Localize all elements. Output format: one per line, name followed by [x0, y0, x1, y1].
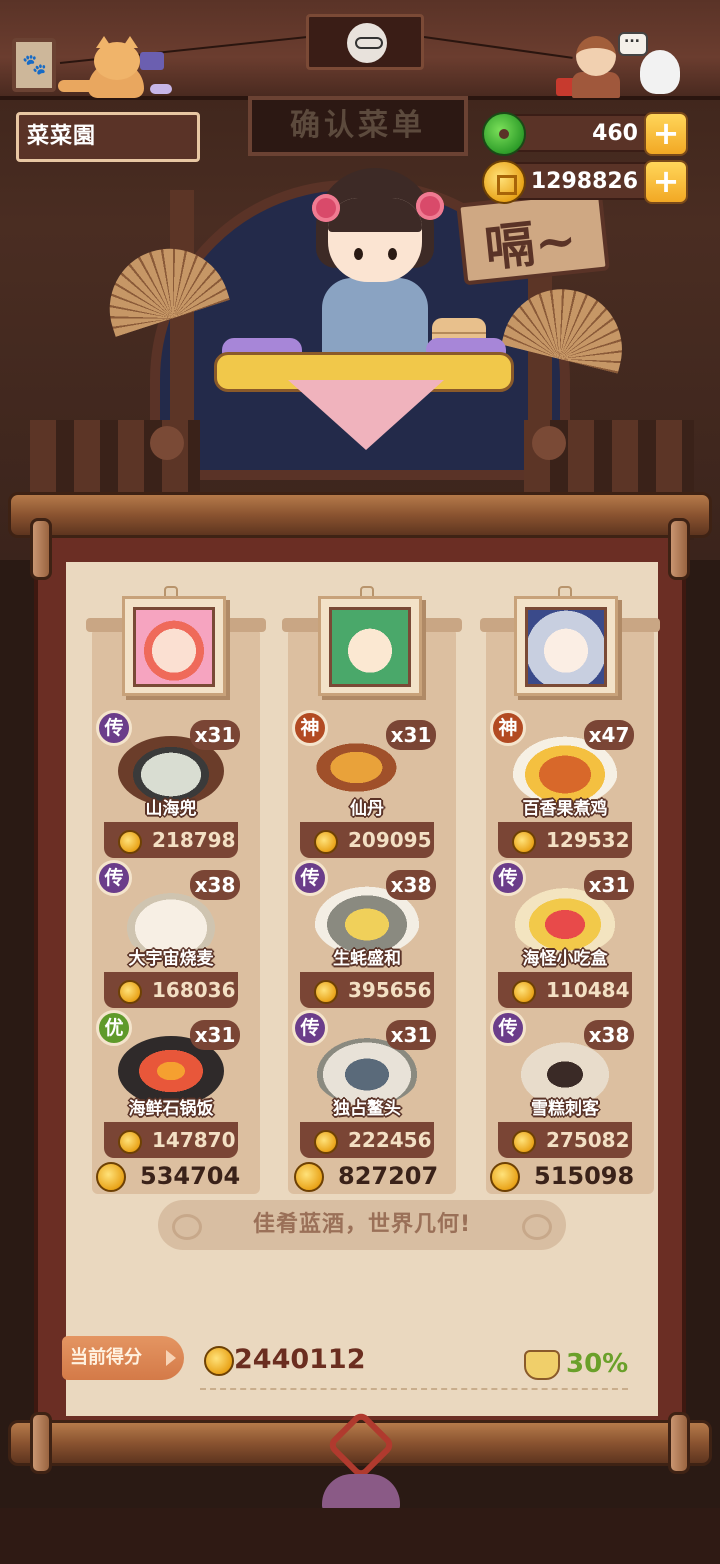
gold-currency: 1298826 + [482, 160, 688, 204]
dish-card[interactable]: 生蚝盛和 395656 x38 传 [292, 860, 436, 1008]
roller-knob [668, 1412, 690, 1474]
burp-sign: 嗝~ [456, 188, 610, 286]
tier-badge: 传 [96, 860, 132, 896]
roller-knob [30, 1412, 52, 1474]
dish-name: 雪糕刺客 [531, 1099, 599, 1119]
divider [200, 1388, 628, 1390]
purple-box-icon [140, 52, 164, 70]
orange-cat-icon[interactable] [58, 36, 148, 98]
tier-badge: 神 [490, 710, 526, 746]
dish-name: 生蚝盛和 [333, 949, 401, 969]
dish-name: 山海兜 [145, 799, 197, 819]
dish-price: 395656 [348, 978, 432, 1002]
dish-price: 275082 [546, 1128, 630, 1152]
column-total: 827207 [294, 1160, 454, 1192]
hero-portrait-3[interactable] [514, 596, 618, 696]
flower-icon [312, 194, 340, 222]
dish-price: 129532 [546, 828, 630, 852]
paw-frame-icon[interactable] [12, 38, 56, 92]
serving-table [214, 338, 514, 460]
purple-button-icon [150, 84, 172, 94]
tier-badge: 传 [292, 860, 328, 896]
hero-portrait-1[interactable] [122, 596, 226, 696]
dish-quantity: x31 [190, 1020, 240, 1050]
slogan-banner: 佳肴蓝酒，世界几何! [158, 1200, 566, 1250]
dish-card[interactable]: 大宇宙烧麦 168036 x38 传 [96, 860, 240, 1008]
dish-quantity: x31 [386, 1020, 436, 1050]
restaurant-scene: 确认菜单 嗝~ [0, 0, 720, 560]
dish-price: 168036 [152, 978, 236, 1002]
dish-price: 209095 [348, 828, 432, 852]
dish-card[interactable]: 海怪小吃盒 110484 x31 传 [490, 860, 634, 1008]
roller-knob [30, 518, 52, 580]
jade-currency: 460 + [482, 112, 688, 156]
current-score-value: 2440112 [234, 1344, 366, 1375]
dish-price: 110484 [546, 978, 630, 1002]
dish-quantity: x31 [584, 870, 634, 900]
gold-amount: 1298826 [530, 169, 638, 194]
dish-quantity: x38 [386, 870, 436, 900]
roller-knob [668, 518, 690, 580]
dish-card[interactable]: 百香果煮鸡 129532 x47 神 [490, 710, 634, 858]
add-gold-button[interactable]: + [644, 160, 688, 204]
dish-card[interactable]: 雪糕刺客 275082 x38 传 [490, 1010, 634, 1158]
gold-coin-icon [294, 1162, 324, 1192]
gold-coin-icon [490, 1162, 520, 1192]
dish-quantity: x38 [584, 1020, 634, 1050]
current-score-label: 当前得分 [62, 1336, 184, 1380]
column-total: 534704 [96, 1160, 256, 1192]
center-portrait-sign[interactable] [306, 14, 424, 70]
dish-card[interactable]: 山海兜 218798 x31 传 [96, 710, 240, 858]
dish-name: 仙丹 [350, 799, 384, 819]
dish-quantity: x31 [386, 720, 436, 750]
lantern-ball [532, 426, 566, 460]
tier-badge: 神 [292, 710, 328, 746]
hero-portrait-2[interactable] [318, 596, 422, 696]
restaurant-name[interactable]: 菜菜園 [16, 112, 200, 162]
flower-icon [416, 192, 444, 220]
dish-quantity: x31 [190, 720, 240, 750]
tier-badge: 传 [292, 1010, 328, 1046]
dish-name: 百香果煮鸡 [522, 799, 608, 819]
dish-quantity: x47 [584, 720, 634, 750]
tier-badge: 传 [490, 1010, 526, 1046]
jade-icon [482, 112, 526, 156]
dish-quantity: x38 [190, 870, 240, 900]
dish-card[interactable]: 海鲜石锅饭 147870 x31 优 [96, 1010, 240, 1158]
chat-bubble-icon [618, 30, 648, 56]
dish-price: 147870 [152, 1128, 236, 1152]
dish-name: 海鲜石锅饭 [128, 1099, 214, 1119]
tier-badge: 优 [96, 1010, 132, 1046]
gold-coin-icon [204, 1346, 234, 1376]
tassel-icon [322, 1474, 400, 1510]
tier-badge: 传 [96, 710, 132, 746]
dish-name: 大宇宙烧麦 [128, 949, 214, 969]
add-jade-button[interactable]: + [644, 112, 688, 156]
bonus-pot-icon [524, 1350, 560, 1380]
bottom-bar [0, 1508, 720, 1564]
dish-price: 218798 [152, 828, 236, 852]
dish-card[interactable]: 仙丹 209095 x31 神 [292, 710, 436, 858]
dish-name: 海怪小吃盒 [522, 949, 608, 969]
jade-amount: 460 [592, 121, 638, 146]
boy-and-cat-icon[interactable] [556, 30, 686, 98]
menu-confirm-sign: 确认菜单 [248, 96, 468, 156]
lantern-ball [150, 426, 184, 460]
dish-card[interactable]: 独占鳌头 222456 x31 传 [292, 1010, 436, 1158]
scroll-top-roller [8, 492, 712, 538]
gold-coin-icon [482, 160, 526, 204]
bonus-percent: 30% [566, 1349, 629, 1379]
gold-coin-icon [96, 1162, 126, 1192]
tier-badge: 传 [490, 860, 526, 896]
dish-name: 独占鳌头 [333, 1099, 401, 1119]
dish-price: 222456 [348, 1128, 432, 1152]
column-total: 515098 [490, 1160, 650, 1192]
